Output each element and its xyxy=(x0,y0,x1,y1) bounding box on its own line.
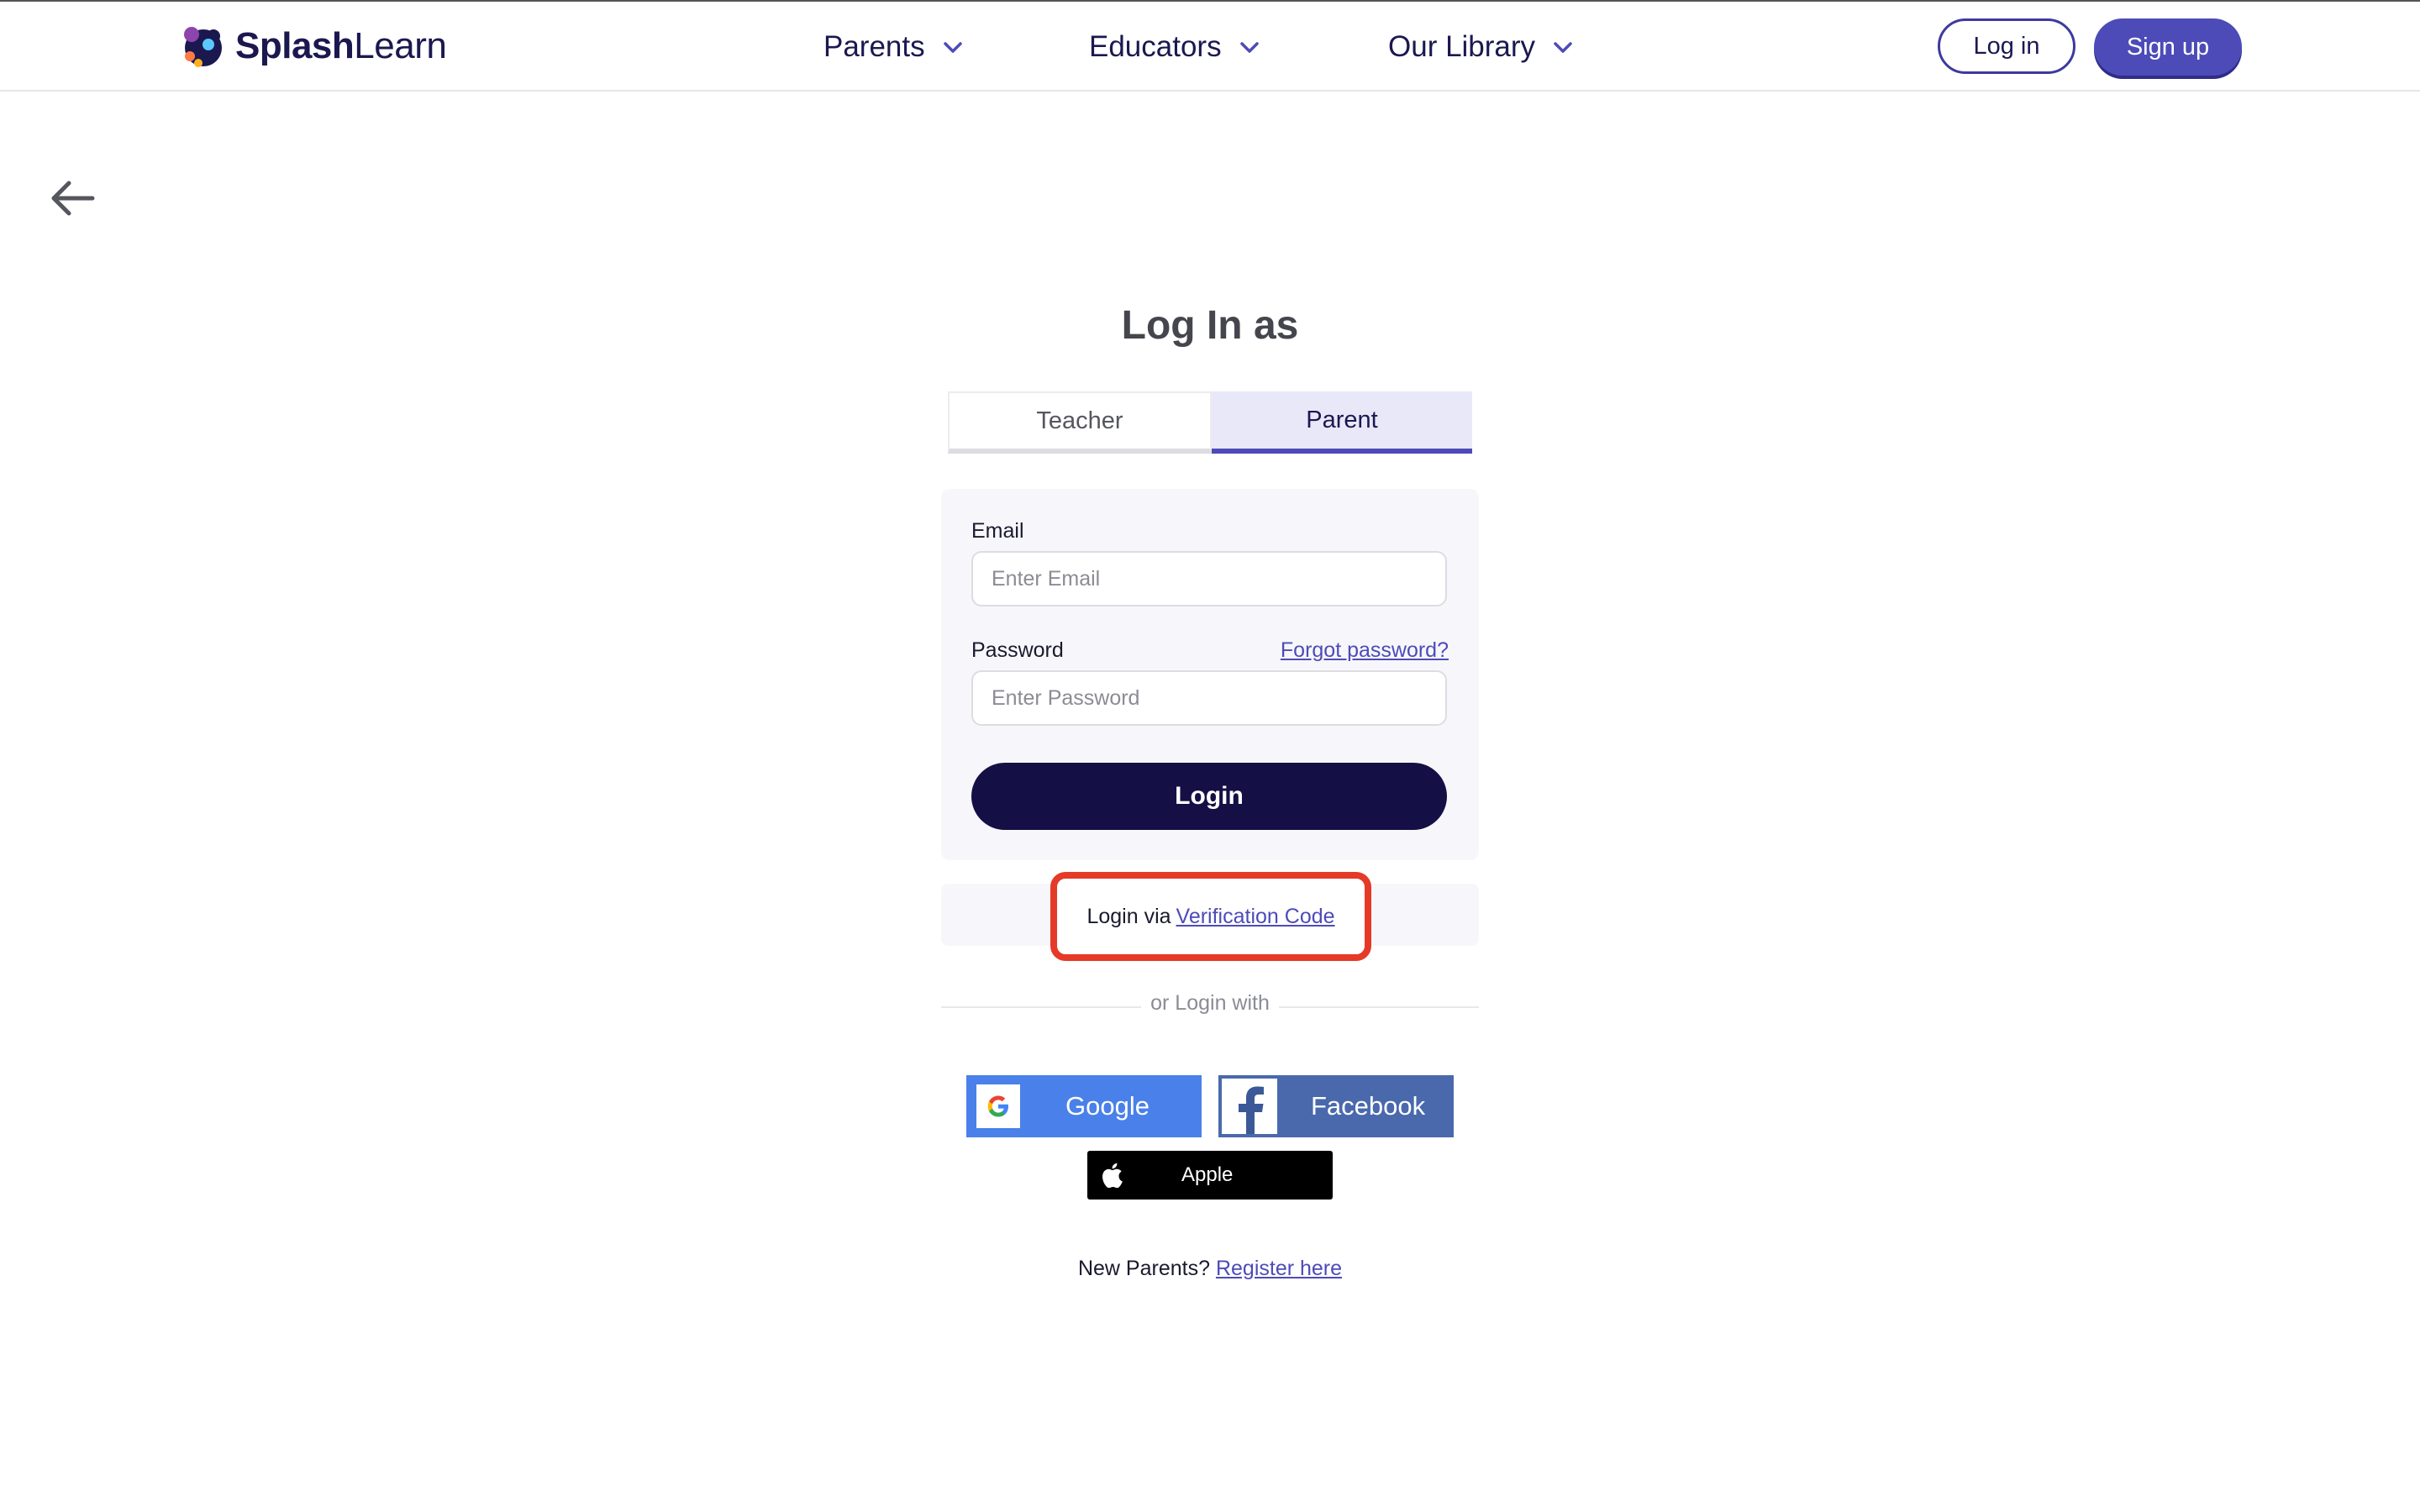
tab-teacher[interactable]: Teacher xyxy=(948,391,1212,454)
verification-prefix: Login via xyxy=(1086,904,1171,928)
register-prefix: New Parents? xyxy=(1077,1257,1210,1280)
facebook-icon xyxy=(1222,1079,1277,1134)
password-label: Password xyxy=(971,638,1064,662)
facebook-login-label: Facebook xyxy=(1311,1091,1426,1121)
splashlearn-logo[interactable]: SplashLearn xyxy=(176,18,447,74)
nav-educators-label: Educators xyxy=(1089,30,1222,63)
page-title: Log In as xyxy=(1121,303,1299,348)
email-label: Email xyxy=(971,519,1024,543)
back-arrow-icon[interactable] xyxy=(49,178,96,218)
register-here-link[interactable]: Register here xyxy=(1216,1257,1342,1280)
site-header: SplashLearn Parents Educators Our Librar… xyxy=(0,2,2420,92)
login-form-card: Email Enter Email Password Forgot passwo… xyxy=(941,489,1479,860)
or-login-with-text: or Login with xyxy=(1150,991,1270,1015)
apple-login-label: Apple xyxy=(1181,1163,1234,1186)
splashlearn-logo-icon xyxy=(184,27,222,67)
nav-our-library-label: Our Library xyxy=(1388,30,1536,63)
brand-name: SplashLearn xyxy=(235,25,447,66)
nav-educators[interactable]: Educators xyxy=(1089,24,1260,71)
verification-code-callout: Login via Verification Code xyxy=(1050,872,1371,961)
chevron-down-icon xyxy=(943,42,962,53)
google-login-label: Google xyxy=(1065,1091,1150,1121)
nav-parents-label: Parents xyxy=(823,30,925,63)
tab-parent[interactable]: Parent xyxy=(1212,391,1472,454)
forgot-password-link[interactable]: Forgot password? xyxy=(1281,638,1449,663)
verification-code-link[interactable]: Verification Code xyxy=(1176,905,1335,929)
google-login-button[interactable]: Google xyxy=(966,1075,1202,1137)
password-field[interactable]: Enter Password xyxy=(971,670,1447,726)
nav-our-library[interactable]: Our Library xyxy=(1388,24,1574,71)
facebook-login-button[interactable]: Facebook xyxy=(1218,1075,1454,1137)
header-signup-button[interactable]: Sign up xyxy=(2094,18,2242,76)
divider-right xyxy=(1279,1006,1479,1008)
apple-icon xyxy=(1102,1163,1123,1188)
divider-left xyxy=(941,1006,1141,1008)
login-button[interactable]: Login xyxy=(971,763,1447,830)
chevron-down-icon xyxy=(1239,42,1259,53)
email-field[interactable]: Enter Email xyxy=(971,551,1447,606)
register-prompt: New Parents? Register here xyxy=(1008,1257,1412,1281)
role-tabs: Teacher Parent xyxy=(948,391,1472,454)
chevron-down-icon xyxy=(1554,42,1572,53)
apple-login-button[interactable]: Apple xyxy=(1087,1151,1333,1200)
google-icon xyxy=(976,1084,1020,1128)
nav-parents[interactable]: Parents xyxy=(823,24,964,71)
header-login-button[interactable]: Log in xyxy=(1938,18,2075,74)
